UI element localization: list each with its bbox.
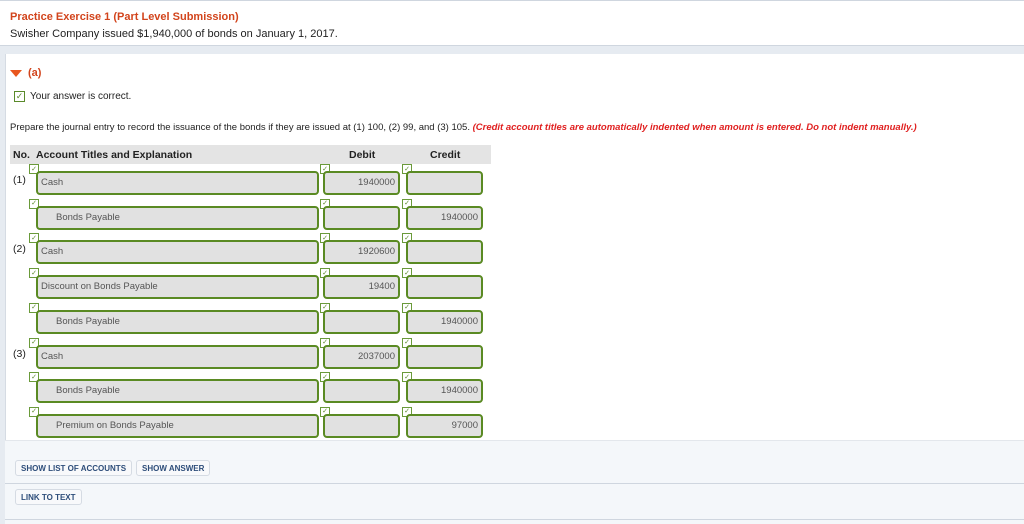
credit-input[interactable] — [406, 275, 483, 300]
instructions: Prepare the journal entry to record the … — [10, 122, 917, 133]
credit-input[interactable]: 97000 — [406, 413, 483, 438]
header-no: No. — [13, 149, 30, 161]
exercise-header: Practice Exercise 1 (Part Level Submissi… — [0, 0, 1024, 46]
check-icon: ✓ — [14, 91, 25, 102]
header-credit: Credit — [430, 149, 461, 161]
account-title-input[interactable]: Premium on Bonds Payable — [36, 413, 319, 438]
credit-input[interactable] — [406, 344, 483, 369]
link-to-text-button[interactable]: LINK TO TEXT — [15, 489, 82, 505]
answer-status: ✓ Your answer is correct. — [14, 91, 131, 102]
credit-input[interactable]: 1940000 — [406, 379, 483, 404]
button-bar: SHOW LIST OF ACCOUNTS SHOW ANSWER LINK T… — [5, 440, 1024, 524]
part-a-toggle[interactable]: (a) — [10, 67, 41, 79]
account-title-input[interactable]: Bonds Payable — [36, 309, 319, 334]
answer-status-text: Your answer is correct. — [30, 91, 132, 102]
debit-input[interactable]: 2037000 — [323, 344, 400, 369]
table-row: (1) ✓ ✓ ✓ Cash 1940000 — [6, 164, 496, 198]
credit-input[interactable]: 1940000 — [406, 309, 483, 334]
exercise-title: Practice Exercise 1 (Part Level Submissi… — [10, 11, 239, 23]
exercise-description: Swisher Company issued $1,940,000 of bon… — [10, 28, 338, 40]
table-row: (2) ✓ ✓ ✓ Cash 1920600 — [6, 233, 496, 267]
table-row: ✓ ✓ ✓ Bonds Payable 1940000 — [6, 372, 496, 406]
entry-number: (3) — [13, 347, 26, 360]
account-title-input[interactable]: Bonds Payable — [36, 205, 319, 230]
part-label: (a) — [28, 67, 42, 79]
divider — [5, 519, 1024, 520]
table-row: (3) ✓ ✓ ✓ Cash 2037000 — [6, 337, 496, 372]
show-list-of-accounts-button[interactable]: SHOW LIST OF ACCOUNTS — [15, 460, 133, 476]
account-title-input[interactable]: Bonds Payable — [36, 379, 319, 404]
instruction-note: (Credit account titles are automatically… — [472, 122, 917, 133]
credit-input[interactable] — [406, 171, 483, 195]
table-row: ✓ ✓ ✓ Bonds Payable 1940000 — [6, 302, 496, 337]
table-row: ✓ ✓ ✓ Bonds Payable 1940000 — [6, 198, 496, 233]
divider — [5, 483, 1024, 484]
table-row: ✓ ✓ ✓ Discount on Bonds Payable 19400 — [6, 268, 496, 302]
entry-number: (2) — [13, 243, 26, 256]
show-answer-button[interactable]: SHOW ANSWER — [136, 460, 211, 476]
table-header: No. Account Titles and Explanation Debit… — [10, 145, 491, 164]
debit-input[interactable] — [323, 205, 400, 230]
account-title-input[interactable]: Cash — [36, 171, 319, 195]
debit-input[interactable] — [323, 413, 400, 438]
debit-input[interactable]: 19400 — [323, 275, 400, 300]
credit-input[interactable] — [406, 240, 483, 265]
header-debit: Debit — [349, 149, 376, 161]
header-account: Account Titles and Explanation — [36, 149, 193, 161]
account-title-input[interactable]: Cash — [36, 344, 319, 369]
table-row: ✓ ✓ ✓ Premium on Bonds Payable 97000 — [6, 406, 496, 441]
debit-input[interactable]: 1920600 — [323, 240, 400, 265]
debit-input[interactable] — [323, 309, 400, 334]
account-title-input[interactable]: Discount on Bonds Payable — [36, 275, 319, 300]
collapse-triangle-icon — [10, 69, 22, 77]
debit-input[interactable]: 1940000 — [323, 171, 400, 195]
debit-input[interactable] — [323, 379, 400, 404]
entry-number: (1) — [13, 174, 26, 186]
account-title-input[interactable]: Cash — [36, 240, 319, 265]
credit-input[interactable]: 1940000 — [406, 205, 483, 230]
instruction-text: Prepare the journal entry to record the … — [10, 122, 473, 133]
